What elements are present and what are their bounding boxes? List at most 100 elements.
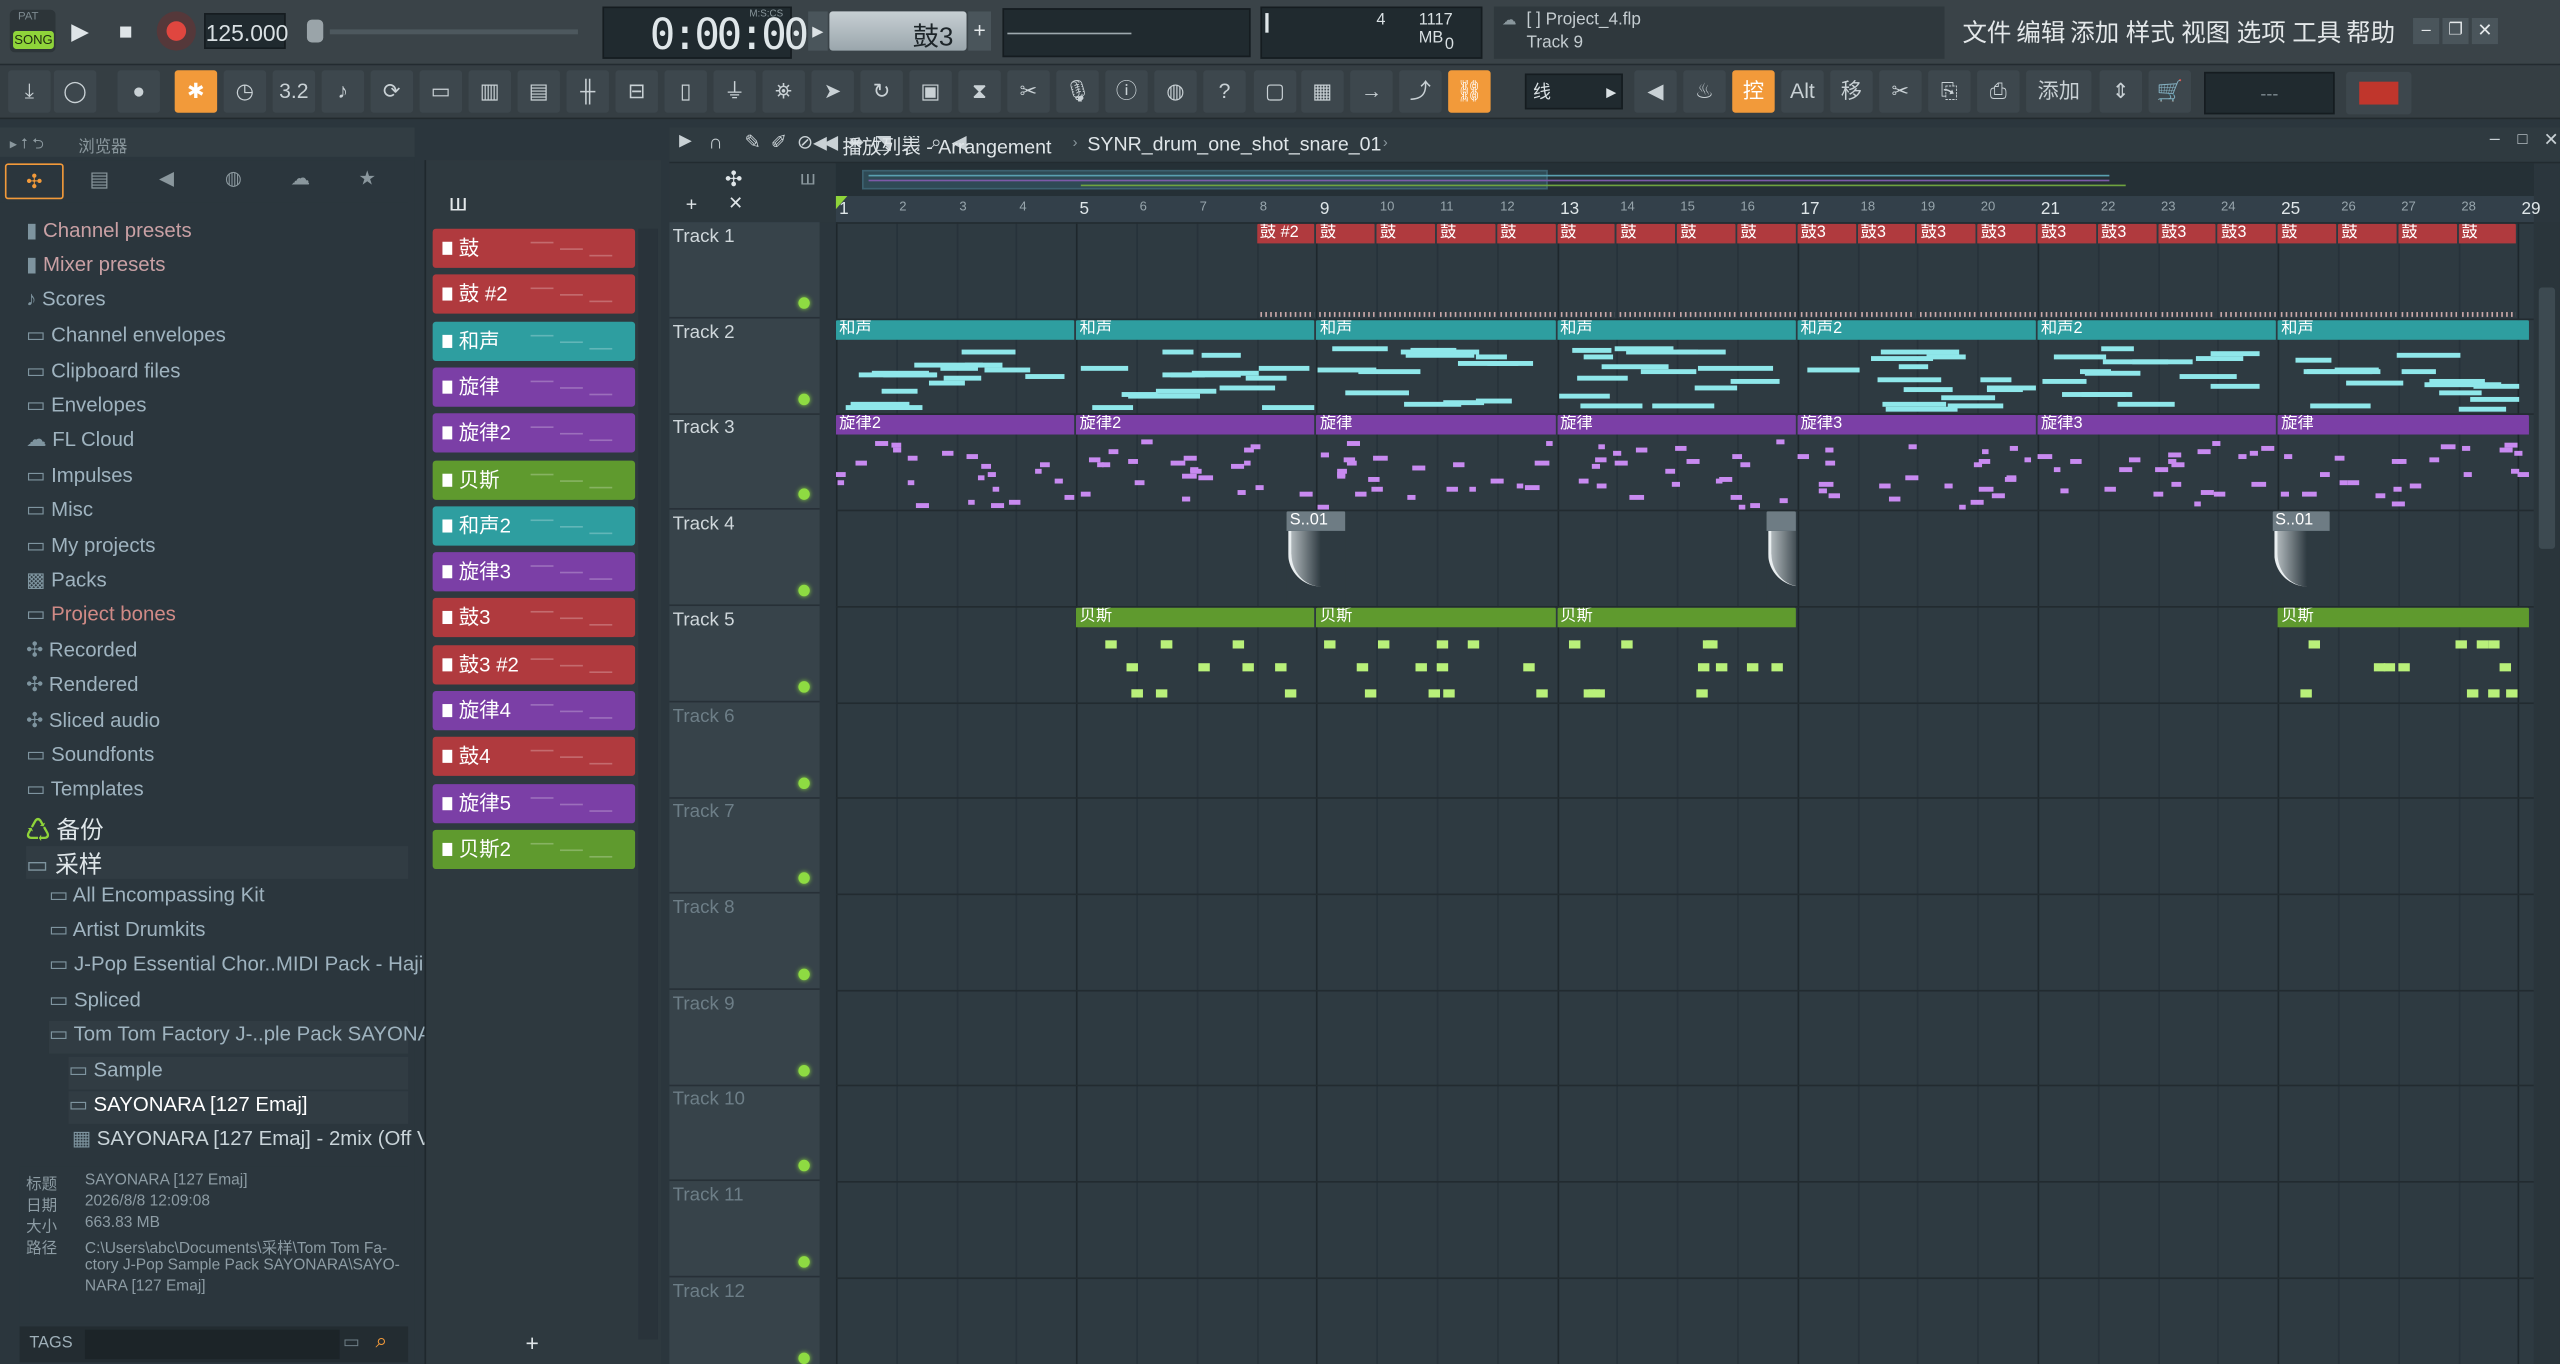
playlist-clip[interactable] <box>1767 511 1796 607</box>
close-button[interactable]: ✕ <box>2471 17 2498 45</box>
playlist-clip[interactable]: S..01 <box>2271 511 2331 607</box>
playlist-clip[interactable]: 旋律 <box>1556 415 1796 511</box>
track-enable-led[interactable] <box>798 1064 810 1076</box>
menu-item[interactable]: 视图 <box>2181 15 2230 49</box>
channel-button[interactable]: 贝斯2 <box>432 829 636 869</box>
pattern-prev-button[interactable]: ▶ <box>808 11 828 51</box>
track-header[interactable]: Track 7 <box>669 797 820 894</box>
playlist-clip[interactable]: 鼓3 <box>2037 223 2096 319</box>
scissors-icon[interactable]: ✂ <box>1879 70 1922 113</box>
meter-icon[interactable]: ⇕ <box>2099 70 2143 113</box>
cut-icon[interactable]: ✂ <box>1007 70 1050 113</box>
browser-item[interactable]: ▭ Envelopes <box>26 392 146 425</box>
track-enable-led[interactable] <box>798 393 810 405</box>
track-enable-led[interactable] <box>798 489 810 501</box>
playlist-clip[interactable]: 和声 <box>2277 319 2529 415</box>
arrow-icon[interactable]: → <box>1350 70 1393 113</box>
magnet-icon[interactable]: ∩ <box>709 131 723 154</box>
browser-item[interactable]: ✣ Sliced audio <box>26 707 160 740</box>
menu-item[interactable]: 编辑 <box>2016 15 2065 49</box>
undo-icon[interactable]: ↻ <box>860 70 903 113</box>
browser-item[interactable]: ✣ Recorded <box>26 637 137 670</box>
track-enable-led[interactable] <box>798 1352 810 1364</box>
playlist-clip[interactable]: 鼓 <box>1677 223 1736 319</box>
menu-item[interactable]: 帮助 <box>2346 15 2395 49</box>
step-edit-icon[interactable]: ♪ <box>321 70 365 113</box>
track-header[interactable]: Track 10 <box>669 1085 820 1182</box>
add-pattern-button[interactable]: + <box>968 11 992 51</box>
overview-bar[interactable] <box>835 163 2534 197</box>
play-button[interactable]: ▶ <box>62 13 98 49</box>
playlist-clip[interactable]: 和声2 <box>1797 319 2036 415</box>
track-header[interactable]: Track 11 <box>669 1181 820 1278</box>
microphone-icon[interactable]: 🎙 <box>1056 70 1099 113</box>
playlist-clip[interactable]: 鼓 <box>2277 223 2337 319</box>
browser-item[interactable]: ▭ Project bones <box>26 602 176 635</box>
curve-icon[interactable]: ⤴ <box>1399 70 1442 113</box>
folder-icon[interactable]: ▭ <box>343 1331 360 1353</box>
copy-icon[interactable]: ⎘ <box>1928 70 1971 113</box>
channel-button[interactable]: 旋律5 <box>432 783 636 823</box>
browser-item[interactable]: ▭ Templates <box>26 777 144 810</box>
playlist-scrollbar[interactable] <box>2533 222 2560 1364</box>
cart-icon[interactable]: 🛒 <box>2148 70 2192 113</box>
playlist-clip[interactable]: 旋律2 <box>835 415 1075 511</box>
playlist-clip[interactable]: S..01 <box>1286 511 1345 607</box>
snap-selector[interactable]: 线 ▶ <box>1524 73 1623 110</box>
metronome-icon[interactable]: ✱ <box>174 70 218 113</box>
playlist-clip[interactable]: 鼓 <box>2337 223 2397 319</box>
playlist-clip[interactable]: 鼓 #2 <box>1256 223 1315 319</box>
playlist-clip[interactable]: 鼓3 <box>1857 223 1916 319</box>
search-icon[interactable]: ⌕ <box>376 1328 388 1354</box>
playlist-clip[interactable]: 鼓3 <box>1797 223 1856 319</box>
browser-item[interactable]: ▭ Sample <box>68 1056 409 1089</box>
channel-button[interactable]: 鼓 #2 <box>432 274 636 315</box>
playlist-clip[interactable]: 鼓3 <box>1917 223 1976 319</box>
master-pitch-knob[interactable] <box>306 19 324 43</box>
browser-item[interactable]: ♪ Scores <box>26 287 105 320</box>
track-enable-led[interactable] <box>798 680 810 693</box>
browser-item[interactable]: ▭ Tom Tom Factory J-..ple Pack SAYONARA <box>48 1021 460 1054</box>
wait-icon[interactable]: ◷ <box>223 70 267 113</box>
track-header[interactable]: Track 9 <box>669 989 820 1086</box>
channel-button[interactable]: 和声2 <box>432 506 636 546</box>
browser-tab-all[interactable]: ✣ <box>4 163 64 200</box>
track-header[interactable]: Track 1 <box>669 222 820 319</box>
link-icon[interactable]: ⛓ <box>1448 70 1491 113</box>
track-header[interactable]: Track 2 <box>669 318 820 415</box>
channel-button[interactable]: 和声 <box>432 321 636 361</box>
minimize-button[interactable]: – <box>2413 17 2440 45</box>
move-button[interactable]: 移 <box>1830 70 1873 113</box>
playlist-clip[interactable]: 和声 <box>1556 319 1796 415</box>
track-enable-led[interactable] <box>798 776 810 789</box>
browser-tab-cloud-icon[interactable]: ☁ <box>286 167 315 196</box>
menu-item[interactable]: 选项 <box>2237 15 2286 49</box>
playlist-clip[interactable]: 鼓 <box>2398 223 2457 319</box>
track-header[interactable]: Track 5 <box>669 606 820 703</box>
playlist-clip[interactable]: 鼓3 <box>2157 223 2217 319</box>
rack-header-icon[interactable]: ш <box>449 189 467 215</box>
playlist-clip[interactable]: 鼓 <box>1556 223 1616 319</box>
browser-item[interactable]: ▮ Channel presets <box>26 217 192 250</box>
playlist-clip[interactable]: 鼓 <box>1737 223 1796 319</box>
help-icon[interactable]: ? <box>1203 70 1246 113</box>
pattern-icon[interactable]: ш <box>800 167 816 190</box>
info-icon[interactable]: ⓘ <box>1105 70 1148 113</box>
new-icon[interactable]: ▯ <box>664 70 707 113</box>
pattern-selector[interactable]: 鼓3 <box>829 11 967 52</box>
browser-item[interactable]: ♺ 备份 <box>26 812 104 844</box>
stop-button[interactable]: ■ <box>108 13 144 49</box>
playlist-clip[interactable]: 鼓3 <box>2217 223 2277 319</box>
playlist-clip[interactable]: 鼓3 <box>1977 223 2036 319</box>
track-enable-led[interactable] <box>798 968 810 980</box>
global-knob-icon[interactable]: ◯ <box>53 70 97 113</box>
menu-item[interactable]: 工具 <box>2292 15 2341 49</box>
zoom-icon[interactable]: ✣ <box>725 167 743 193</box>
playlist-clip[interactable]: 贝斯 <box>1076 607 1315 702</box>
track-header[interactable]: Track 3 <box>669 414 820 511</box>
channel-button[interactable]: 旋律3 <box>432 552 636 592</box>
browser-tab-speaker-icon[interactable]: ◀ <box>152 167 181 196</box>
browser-item[interactable]: ▭ All Encompassing Kit <box>49 881 265 914</box>
browser-item[interactable]: ▭ SAYONARA [127 Emaj] <box>68 1091 409 1124</box>
playlist-clip[interactable]: 鼓3 <box>2097 223 2157 319</box>
